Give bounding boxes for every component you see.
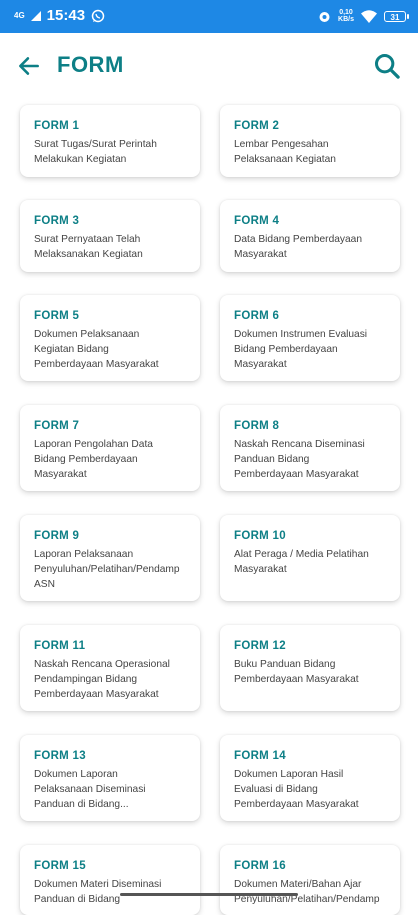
- form-grid: FORM 1 Surat Tugas/Surat Perintah Melaku…: [0, 97, 418, 915]
- form-card-8[interactable]: FORM 8 Naskah Rencana Diseminasi Panduan…: [220, 405, 400, 491]
- form-title: FORM 5: [34, 310, 80, 322]
- whatsapp-icon: [91, 9, 105, 22]
- form-title: FORM 10: [234, 530, 286, 542]
- form-description: Dokumen Laporan Pelaksanaan Diseminasi P…: [34, 769, 146, 810]
- form-title: FORM 2: [234, 120, 280, 132]
- form-card-10[interactable]: FORM 10 Alat Peraga / Media Pelatihan Ma…: [220, 515, 400, 601]
- wifi-icon: [361, 9, 377, 23]
- form-card-3[interactable]: FORM 3 Surat Pernyataan Telah Melaksanak…: [20, 200, 200, 272]
- form-title: FORM 8: [234, 420, 280, 432]
- form-card-4[interactable]: FORM 4 Data Bidang Pemberdayaan Masyarak…: [220, 200, 400, 272]
- back-arrow-icon[interactable]: [16, 53, 42, 79]
- form-title: FORM 1: [34, 120, 80, 132]
- status-bar: 4G 15:43 0,10 KB/s 31: [0, 0, 418, 33]
- page-title: FORM: [57, 52, 124, 77]
- form-card-14[interactable]: FORM 14 Dokumen Laporan Hasil Evaluasi d…: [220, 735, 400, 821]
- signal-icon: [30, 10, 41, 21]
- search-icon[interactable]: [373, 52, 401, 80]
- form-description: Laporan Pelaksanaan Penyuluhan/Pelatihan…: [34, 549, 180, 590]
- form-card-12[interactable]: FORM 12 Buku Panduan Bidang Pemberdayaan…: [220, 625, 400, 711]
- form-title: FORM 6: [234, 310, 280, 322]
- network-speed: 0,10 KB/s: [338, 9, 354, 23]
- form-description: Surat Pernyataan Telah Melaksanakan Kegi…: [34, 234, 143, 260]
- form-title: FORM 3: [34, 215, 80, 227]
- form-card-7[interactable]: FORM 7 Laporan Pengolahan Data Bidang Pe…: [20, 405, 200, 491]
- form-description: Dokumen Materi Diseminasi Panduan di Bid…: [34, 879, 162, 905]
- form-description: Surat Tugas/Surat Perintah Melakukan Keg…: [34, 139, 157, 165]
- form-card-2[interactable]: FORM 2 Lembar Pengesahan Pelaksanaan Keg…: [220, 105, 400, 177]
- clock: 15:43: [46, 7, 86, 24]
- form-title: FORM 9: [34, 530, 80, 542]
- form-description: Data Bidang Pemberdayaan Masyarakat: [234, 234, 362, 260]
- form-card-6[interactable]: FORM 6 Dokumen Instrumen Evaluasi Bidang…: [220, 295, 400, 381]
- form-card-9[interactable]: FORM 9 Laporan Pelaksanaan Penyuluhan/Pe…: [20, 515, 200, 601]
- form-title: FORM 16: [234, 860, 286, 872]
- battery-icon: 31: [384, 10, 409, 22]
- form-card-16[interactable]: FORM 16 Dokumen Materi/Bahan Ajar Penyul…: [220, 845, 400, 915]
- alarm-icon: [319, 11, 330, 22]
- form-title: FORM 13: [34, 750, 86, 762]
- form-card-15[interactable]: FORM 15 Dokumen Materi Diseminasi Pandua…: [20, 845, 200, 915]
- form-description: Buku Panduan Bidang Pemberdayaan Masyara…: [234, 659, 359, 685]
- form-card-13[interactable]: FORM 13 Dokumen Laporan Pelaksanaan Dise…: [20, 735, 200, 821]
- form-description: Dokumen Laporan Hasil Evaluasi di Bidang…: [234, 769, 359, 810]
- form-description: Laporan Pengolahan Data Bidang Pemberday…: [34, 439, 153, 480]
- form-title: FORM 12: [234, 640, 286, 652]
- form-title: FORM 7: [34, 420, 80, 432]
- form-description: Dokumen Instrumen Evaluasi Bidang Pember…: [234, 329, 368, 370]
- form-title: FORM 14: [234, 750, 286, 762]
- form-title: FORM 4: [234, 215, 280, 227]
- form-description: Dokumen Materi/Bahan Ajar Penyuluhan/Pel…: [234, 879, 380, 905]
- form-description: Dokumen Pelaksanaan Kegiatan Bidang Pemb…: [34, 329, 159, 370]
- network-indicator: 4G: [14, 10, 25, 20]
- form-card-1[interactable]: FORM 1 Surat Tugas/Surat Perintah Melaku…: [20, 105, 200, 177]
- form-description: Naskah Rencana Operasional Pendampingan …: [34, 659, 170, 700]
- form-title: FORM 11: [34, 640, 86, 652]
- form-description: Alat Peraga / Media Pelatihan Masyarakat: [234, 549, 369, 575]
- app-bar: FORM: [0, 33, 418, 97]
- form-card-5[interactable]: FORM 5 Dokumen Pelaksanaan Kegiatan Bida…: [20, 295, 200, 381]
- form-description: Naskah Rencana Diseminasi Panduan Bidang…: [234, 439, 365, 480]
- home-indicator[interactable]: [120, 893, 298, 896]
- form-card-11[interactable]: FORM 11 Naskah Rencana Operasional Penda…: [20, 625, 200, 711]
- form-title: FORM 15: [34, 860, 86, 872]
- form-description: Lembar Pengesahan Pelaksanaan Kegiatan: [234, 139, 336, 165]
